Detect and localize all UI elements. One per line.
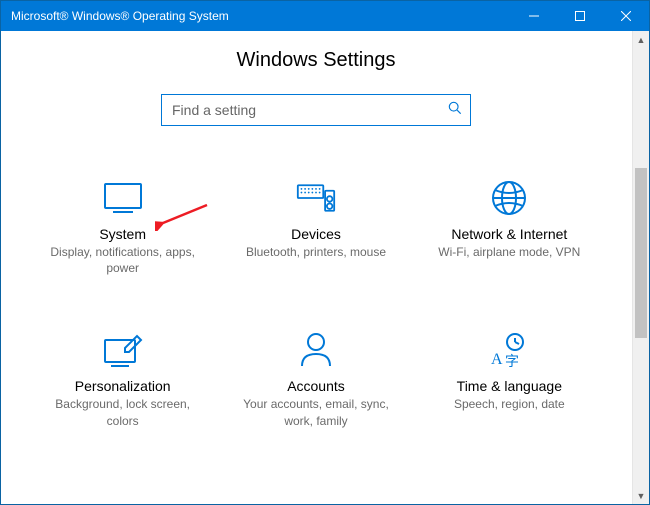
tile-desc: Wi-Fi, airplane mode, VPN	[438, 244, 580, 260]
tile-title: Network & Internet	[451, 226, 567, 242]
app-window: Microsoft® Windows® Operating System Win…	[0, 0, 650, 505]
personalization-icon	[103, 330, 143, 370]
close-button[interactable]	[603, 1, 649, 31]
globe-icon	[489, 178, 529, 218]
search-input[interactable]	[172, 102, 448, 118]
tile-title: Devices	[291, 226, 341, 242]
person-icon	[296, 330, 336, 370]
maximize-icon	[575, 11, 585, 21]
scrollbar[interactable]: ▲ ▼	[632, 31, 649, 504]
window-title: Microsoft® Windows® Operating System	[1, 9, 511, 23]
tile-desc: Your accounts, email, sync, work, family	[231, 396, 401, 428]
viewport: Windows Settings System Display	[1, 31, 649, 504]
svg-text:A: A	[491, 351, 503, 368]
tile-accounts[interactable]: Accounts Your accounts, email, sync, wor…	[229, 330, 402, 428]
display-icon	[103, 178, 143, 218]
tile-title: Accounts	[287, 378, 345, 394]
tile-desc: Speech, region, date	[454, 396, 565, 412]
scroll-up-button[interactable]: ▲	[633, 31, 649, 48]
tile-desc: Bluetooth, printers, mouse	[246, 244, 386, 260]
search-icon	[448, 101, 462, 120]
devices-icon	[296, 178, 336, 218]
tile-system[interactable]: System Display, notifications, apps, pow…	[36, 178, 209, 276]
tile-desc: Display, notifications, apps, power	[38, 244, 208, 276]
tile-personalization[interactable]: Personalization Background, lock screen,…	[36, 330, 209, 428]
titlebar: Microsoft® Windows® Operating System	[1, 1, 649, 31]
minimize-button[interactable]	[511, 1, 557, 31]
page-title: Windows Settings	[237, 49, 396, 72]
scroll-thumb[interactable]	[635, 168, 647, 338]
tile-title: System	[99, 226, 146, 242]
tile-network[interactable]: Network & Internet Wi-Fi, airplane mode,…	[423, 178, 596, 276]
time-language-icon: A 字	[489, 330, 529, 370]
tile-title: Personalization	[75, 378, 171, 394]
tile-desc: Background, lock screen, colors	[38, 396, 208, 428]
settings-grid: System Display, notifications, apps, pow…	[36, 178, 596, 429]
minimize-icon	[529, 11, 539, 21]
tile-time-language[interactable]: A 字 Time & language Speech, region, date	[423, 330, 596, 428]
scroll-down-button[interactable]: ▼	[633, 487, 649, 504]
search-box[interactable]	[161, 94, 471, 126]
svg-text:字: 字	[505, 354, 519, 368]
scroll-trough[interactable]	[633, 48, 649, 487]
tile-devices[interactable]: Devices Bluetooth, printers, mouse	[229, 178, 402, 276]
maximize-button[interactable]	[557, 1, 603, 31]
close-icon	[621, 11, 631, 21]
content-area: Windows Settings System Display	[1, 31, 631, 504]
tile-title: Time & language	[457, 378, 562, 394]
